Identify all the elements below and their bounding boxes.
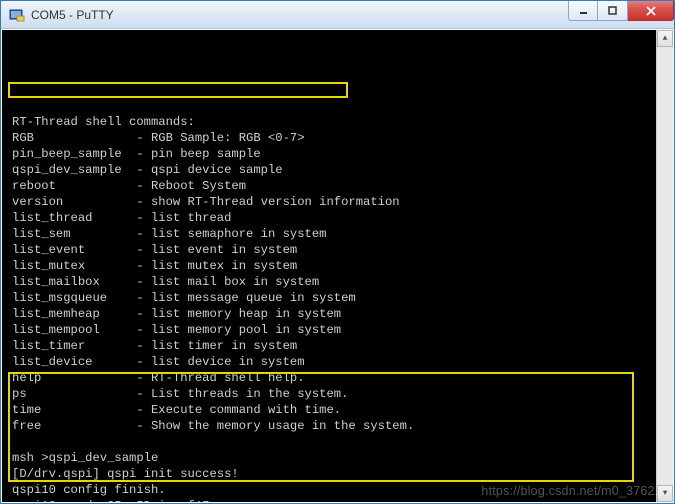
scrollbar[interactable]: ▲ ▼ <box>656 30 673 502</box>
scroll-track[interactable] <box>657 47 673 485</box>
terminal-line: time - Execute command with time. <box>12 402 667 418</box>
terminal-line: [D/drv.qspi] qspi init success! <box>12 466 667 482</box>
terminal-line: list_thread - list thread <box>12 210 667 226</box>
terminal-line: list_mempool - list memory pool in syste… <box>12 322 667 338</box>
scroll-down-icon[interactable]: ▼ <box>657 485 673 502</box>
terminal-line: qspi_dev_sample - qspi device sample <box>12 162 667 178</box>
terminal-line: RT-Thread shell commands: <box>12 114 667 130</box>
terminal[interactable]: RT-Thread shell commands:RGB - RGB Sampl… <box>1 29 674 503</box>
terminal-line: pin_beep_sample - pin beep sample <box>12 146 667 162</box>
terminal-line: list_memheap - list memory heap in syste… <box>12 306 667 322</box>
terminal-line: list_device - list device in system <box>12 354 667 370</box>
close-button[interactable] <box>628 1 674 21</box>
terminal-line: list_event - list event in system <box>12 242 667 258</box>
window-controls <box>568 1 674 21</box>
terminal-line: list_mutex - list mutex in system <box>12 258 667 274</box>
terminal-line: reboot - Reboot System <box>12 178 667 194</box>
terminal-line: list_timer - list timer in system <box>12 338 667 354</box>
putty-window: COM5 - PuTTY RT-Thread shell commands:RG… <box>0 0 675 504</box>
terminal-content: RT-Thread shell commands:RGB - RGB Sampl… <box>12 114 667 503</box>
maximize-button[interactable] <box>598 1 628 21</box>
window-title: COM5 - PuTTY <box>31 8 114 22</box>
putty-icon <box>9 7 25 23</box>
terminal-line: help - RT-Thread shell help. <box>12 370 667 386</box>
terminal-line: qspi10 config finish. <box>12 482 667 498</box>
titlebar[interactable]: COM5 - PuTTY <box>1 1 674 29</box>
terminal-line <box>12 434 667 450</box>
minimize-button[interactable] <box>568 1 598 21</box>
terminal-line: ps - List threads in the system. <box>12 386 667 402</box>
terminal-line: list_mailbox - list mail box in system <box>12 274 667 290</box>
terminal-line: qspi10 read w25q ID is:ef17 <box>12 498 667 503</box>
highlight-qspi-cmd <box>8 82 348 98</box>
terminal-line: msh >qspi_dev_sample <box>12 450 667 466</box>
terminal-line: RGB - RGB Sample: RGB <0-7> <box>12 130 667 146</box>
terminal-line: list_msgqueue - list message queue in sy… <box>12 290 667 306</box>
terminal-line: free - Show the memory usage in the syst… <box>12 418 667 434</box>
terminal-line: list_sem - list semaphore in system <box>12 226 667 242</box>
terminal-line: version - show RT-Thread version informa… <box>12 194 667 210</box>
scroll-up-icon[interactable]: ▲ <box>657 30 673 47</box>
